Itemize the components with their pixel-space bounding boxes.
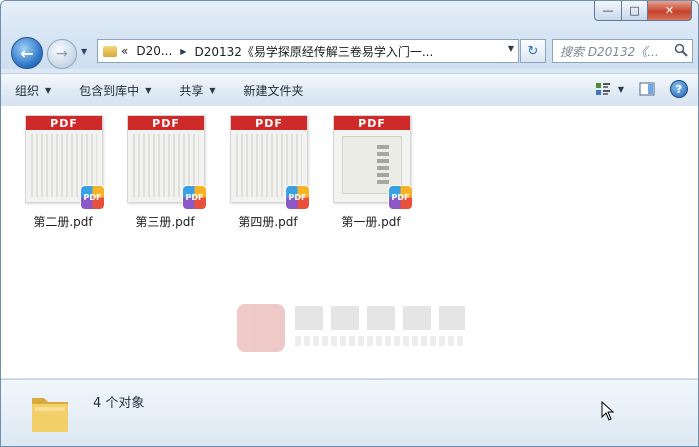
pdf-app-icon: PDF: [286, 186, 309, 209]
file-name: 第一册.pdf: [341, 215, 401, 229]
view-dropdown-icon[interactable]: ▼: [618, 85, 624, 94]
chevron-down-icon: ▼: [45, 85, 52, 95]
breadcrumb-item-current[interactable]: D20132《易学探原经传解三卷易学入门一...: [194, 43, 433, 60]
share-menu[interactable]: 共享 ▼: [179, 82, 229, 99]
watermark-title: [295, 306, 465, 330]
change-view-button[interactable]: [594, 80, 612, 98]
organize-menu[interactable]: 组织 ▼: [15, 82, 65, 99]
pdf-thumbnail-band: PDF: [128, 116, 204, 130]
file-name: 第四册.pdf: [238, 215, 298, 229]
chevron-down-icon: ▼: [209, 85, 216, 95]
file-name: 第二册.pdf: [33, 215, 93, 229]
close-button[interactable]: ✕: [648, 1, 692, 21]
cover-title-strokes: [377, 145, 389, 185]
refresh-icon: ↻: [527, 43, 539, 59]
search-icon[interactable]: [674, 43, 688, 57]
arrow-right-icon: →: [56, 46, 68, 62]
breadcrumb-separator-icon[interactable]: ▶: [180, 47, 186, 56]
watermark-url: [295, 336, 465, 346]
pdf-thumbnail-band: PDF: [334, 116, 410, 130]
watermark-seal-icon: [237, 304, 285, 352]
recent-pages-button[interactable]: ▼: [81, 47, 91, 57]
breadcrumb-overflow[interactable]: «: [121, 44, 128, 58]
folder-icon: [32, 398, 68, 432]
search-box[interactable]: 搜索 D20132《...: [552, 39, 693, 63]
file-list[interactable]: PDF PDF 第二册.pdf PDF PDF 第三册.pdf PDF PDF …: [1, 106, 698, 378]
maximize-button[interactable]: □: [622, 1, 648, 21]
refresh-button[interactable]: ↻: [520, 39, 546, 63]
pdf-app-icon: PDF: [389, 186, 412, 209]
file-item[interactable]: PDF PDF 第四册.pdf: [218, 115, 318, 235]
command-bar: 组织 ▼ 包含到库中 ▼ 共享 ▼ 新建文件夹 ▼ ?: [1, 73, 698, 107]
file-item[interactable]: PDF PDF 第一册.pdf: [321, 115, 421, 235]
file-item[interactable]: PDF PDF 第三册.pdf: [115, 115, 215, 235]
organize-label: 组织: [15, 83, 40, 98]
pdf-app-icon: PDF: [183, 186, 206, 209]
address-dropdown-icon[interactable]: ▼: [508, 44, 514, 53]
pdf-thumbnail-band: PDF: [231, 116, 307, 130]
address-bar[interactable]: « D20... ▶ D20132《易学探原经传解三卷易学入门一... ▼: [97, 39, 519, 63]
forward-button[interactable]: →: [47, 39, 77, 69]
view-options-icon: [595, 83, 610, 95]
search-input[interactable]: 搜索 D20132《...: [553, 43, 672, 60]
explorer-window: — □ ✕ ← → ▼ « D20... ▶ D20132《易学探原经传解三卷易…: [0, 0, 699, 447]
watermark-logo: [237, 304, 467, 360]
breadcrumb-item-parent[interactable]: D20...: [136, 44, 172, 58]
minimize-button[interactable]: —: [594, 1, 622, 21]
back-button[interactable]: ←: [11, 37, 43, 69]
arrow-left-icon: ←: [20, 43, 34, 63]
help-icon: ?: [670, 80, 688, 98]
pdf-thumbnail-band: PDF: [26, 116, 102, 130]
include-in-library-label: 包含到库中: [79, 83, 140, 98]
chevron-down-icon: ▼: [145, 85, 152, 95]
include-in-library-menu[interactable]: 包含到库中 ▼: [79, 82, 165, 99]
preview-pane-icon: [639, 82, 655, 96]
chevron-down-icon: ▼: [81, 47, 88, 56]
folder-icon: [103, 45, 117, 57]
new-folder-button[interactable]: 新建文件夹: [244, 82, 318, 99]
caption-buttons: — □ ✕: [594, 1, 692, 21]
preview-pane-button[interactable]: [638, 80, 656, 98]
item-count: 4 个对象: [93, 396, 145, 411]
help-button[interactable]: ?: [670, 80, 688, 98]
toolbar-right-group: ▼ ?: [580, 80, 688, 98]
mouse-cursor-icon: [601, 401, 615, 421]
breadcrumb: « D20... ▶ D20132《易学探原经传解三卷易学入门一...: [121, 43, 433, 60]
file-name: 第三册.pdf: [135, 215, 195, 229]
pdf-app-icon: PDF: [81, 186, 104, 209]
new-folder-label: 新建文件夹: [243, 83, 304, 98]
details-pane: 4 个对象: [1, 379, 698, 446]
share-label: 共享: [179, 83, 204, 98]
file-item[interactable]: PDF PDF 第二册.pdf: [13, 115, 113, 235]
